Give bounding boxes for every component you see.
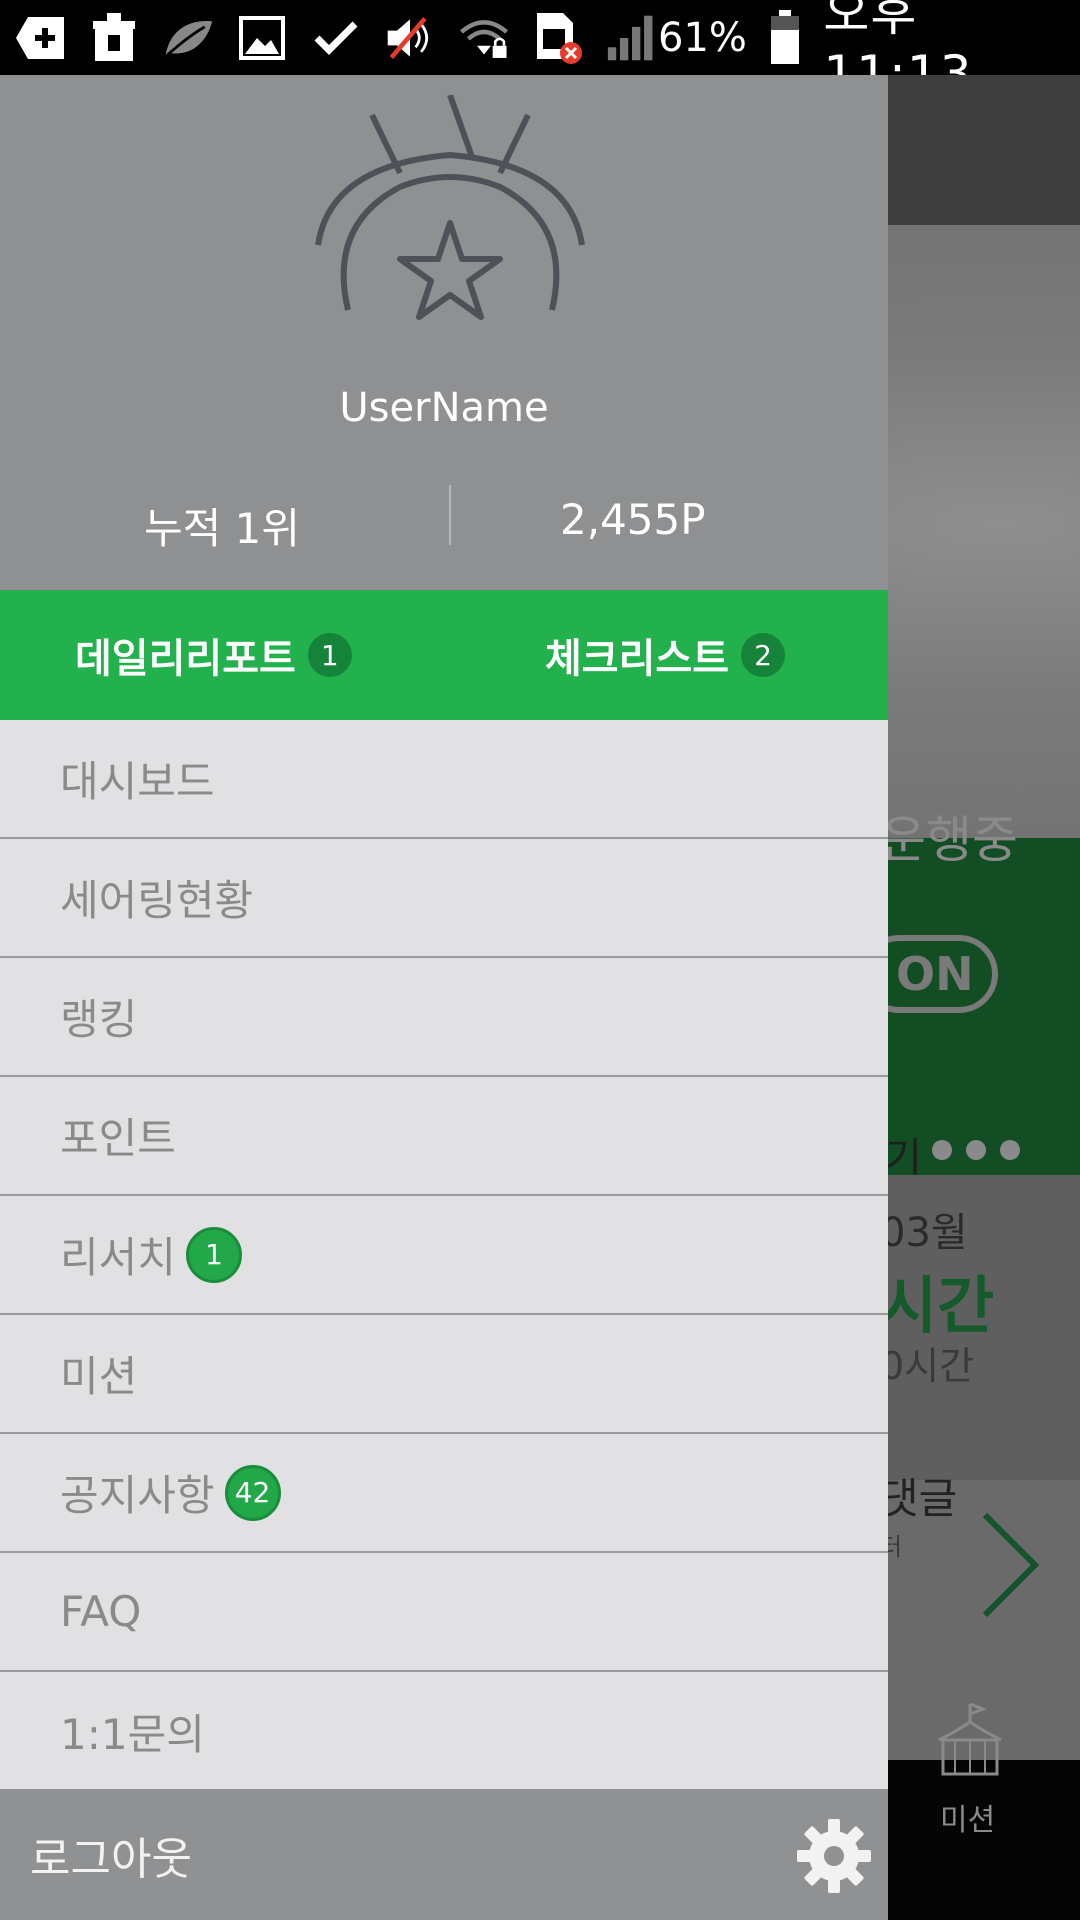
bg-card-title: 기: [885, 1135, 922, 1181]
menu-list: 대시보드 세어링현황 랭킹 포인트 리서치 1 미션 공지사항 42 FAQ 1…: [0, 720, 888, 1791]
checklist-badge: 2: [741, 633, 785, 677]
mute-icon: [384, 12, 436, 64]
gear-icon[interactable]: [795, 1817, 873, 1895]
bg-card-date: 03월: [880, 1210, 968, 1256]
username: UserName: [339, 385, 549, 431]
battery-icon: [761, 9, 810, 64]
menu-item-label: 리서치: [60, 1233, 176, 1282]
research-badge: 1: [185, 1226, 242, 1283]
menu-item-ranking[interactable]: 랭킹: [0, 958, 888, 1077]
package-icon: [88, 12, 140, 64]
bg-nav-label: 미션: [940, 1803, 996, 1838]
daily-report-tab[interactable]: 데일리리포트 1: [75, 590, 352, 720]
daily-report-badge: 1: [307, 633, 352, 677]
wifi-lock-icon: [458, 12, 510, 64]
logout-button[interactable]: 로그아웃: [30, 1789, 192, 1920]
menu-item-label: 공지사항: [60, 1471, 215, 1520]
menu-item-sharing-status[interactable]: 세어링현황: [0, 839, 888, 958]
menu-item-points[interactable]: 포인트: [0, 1077, 888, 1196]
menu-item-inquiry[interactable]: 1:1문의: [0, 1672, 888, 1791]
drawer-footer: 로그아웃: [0, 1789, 888, 1920]
daily-report-label: 데일리리포트: [75, 636, 296, 682]
points-label: 2,455P: [560, 495, 706, 544]
user-stats: 누적 1위 2,455P: [0, 485, 888, 590]
menu-item-label: FAQ: [60, 1587, 142, 1636]
leaf-icon: [162, 12, 214, 64]
menu-item-faq[interactable]: FAQ: [0, 1553, 888, 1672]
bg-card-sub: 0시간: [880, 1344, 975, 1388]
chevron-right-icon: [982, 1512, 1040, 1618]
drawer-header: UserName 누적 1위 2,455P: [0, 75, 888, 590]
quick-tabs: 데일리리포트 1 체크리스트 2: [0, 590, 888, 720]
menu-item-label: 랭킹: [60, 995, 138, 1044]
bg-status-label: 운행중: [880, 811, 1018, 869]
menu-item-label: 대시보드: [60, 757, 215, 806]
menu-item-label: 1:1문의: [60, 1710, 205, 1759]
checklist-tab[interactable]: 체크리스트 2: [545, 590, 785, 720]
status-bar: 61% 오후 11:13: [0, 0, 1080, 103]
menu-item-research[interactable]: 리서치 1: [0, 1196, 888, 1315]
tent-icon: [938, 1702, 1002, 1776]
plus-notification-icon: [14, 12, 66, 64]
menu-item-mission[interactable]: 미션: [0, 1315, 888, 1434]
bg-more-dots-icon: [932, 1140, 1020, 1160]
checklist-label: 체크리스트: [545, 636, 729, 682]
image-icon: [236, 12, 288, 64]
stats-divider: [449, 485, 451, 545]
profile-medal-icon: [315, 95, 585, 320]
signal-icon: [606, 12, 658, 64]
battery-percent: 61%: [658, 14, 747, 61]
menu-item-notices[interactable]: 공지사항 42: [0, 1434, 888, 1553]
menu-item-label: 미션: [60, 1352, 138, 1401]
navigation-drawer: UserName 누적 1위 2,455P 데일리리포트 1 체크리스트 2 대…: [0, 75, 888, 1920]
notices-badge: 42: [224, 1464, 281, 1521]
bg-card2-title: 댓글: [880, 1474, 958, 1523]
bg-toggle-label: ON: [896, 947, 974, 1001]
menu-item-label: 포인트: [60, 1114, 176, 1163]
rank-label: 누적 1위: [144, 504, 300, 553]
bg-card-value: 시간: [880, 1269, 995, 1342]
menu-item-dashboard[interactable]: 대시보드: [0, 720, 888, 839]
check-icon: [310, 12, 362, 64]
sim-error-icon: [532, 12, 584, 64]
menu-item-label: 세어링현황: [60, 876, 254, 925]
